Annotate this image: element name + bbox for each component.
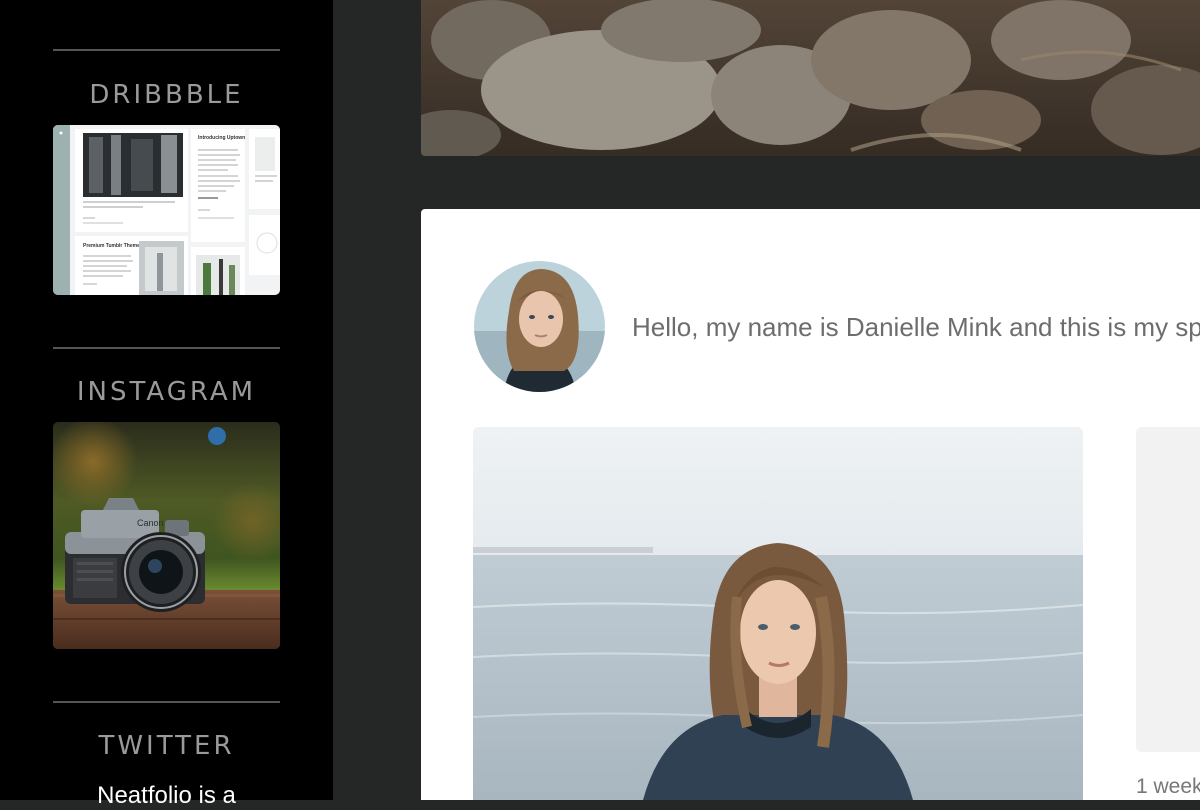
svg-text:Canon: Canon bbox=[137, 518, 164, 528]
dribbble-post-title-1: Introducing Uptown bbox=[198, 135, 245, 141]
portrait-image bbox=[473, 427, 1083, 800]
adjacent-post-card[interactable] bbox=[1136, 427, 1200, 752]
post-timestamp: 1 week bbox=[1136, 775, 1200, 798]
post-photo[interactable] bbox=[473, 427, 1083, 800]
divider bbox=[53, 347, 280, 349]
dribbble-post-title-2: Premium Tumblr Themes bbox=[83, 243, 143, 249]
post-card: Hello, my name is Danielle Mink and this… bbox=[421, 209, 1200, 800]
rocks-image bbox=[421, 0, 1200, 156]
twitter-heading: TWITTER bbox=[98, 731, 235, 761]
intro-text: Hello, my name is Danielle Mink and this… bbox=[632, 312, 1200, 342]
avatar[interactable] bbox=[474, 261, 605, 392]
tweet-text: Neatfolio is a bbox=[97, 782, 236, 809]
divider bbox=[53, 49, 280, 51]
sidebar: DRIBBBLE Introducing Uptown Premium Tumb… bbox=[0, 0, 333, 809]
camera-photo-image: Canon bbox=[53, 422, 280, 649]
header-image bbox=[421, 0, 1200, 156]
avatar-image bbox=[474, 261, 605, 392]
instagram-heading: INSTAGRAM bbox=[76, 377, 257, 407]
dribbble-shot-preview: Introducing Uptown Premium Tumblr Themes bbox=[53, 125, 280, 295]
dribbble-heading: DRIBBBLE bbox=[89, 80, 244, 110]
instagram-photo[interactable]: Canon bbox=[53, 422, 280, 649]
dribbble-shot[interactable]: Introducing Uptown Premium Tumblr Themes bbox=[53, 125, 280, 295]
divider bbox=[53, 701, 280, 703]
